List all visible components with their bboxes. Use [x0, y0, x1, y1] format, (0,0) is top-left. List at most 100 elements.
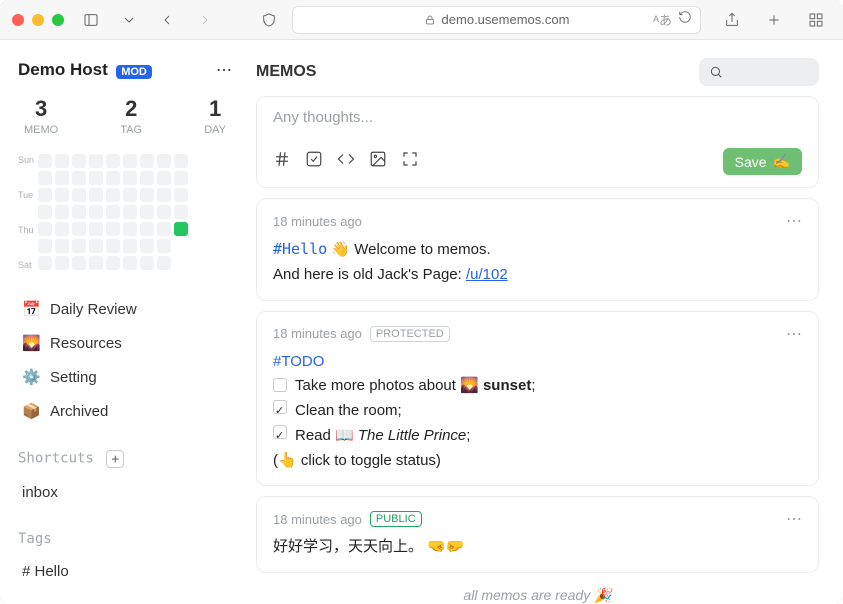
- heatmap-cell[interactable]: [89, 205, 103, 219]
- user-link[interactable]: /u/102: [466, 266, 508, 283]
- image-icon[interactable]: [369, 150, 387, 173]
- heatmap-cell[interactable]: [123, 188, 137, 202]
- heatmap-cell[interactable]: [174, 222, 188, 236]
- reader-icon[interactable]: ᴬあ: [653, 10, 672, 29]
- checkbox-icon[interactable]: [305, 150, 323, 173]
- task-checkbox[interactable]: [273, 400, 287, 414]
- heatmap-cell[interactable]: [38, 239, 52, 253]
- heatmap-cell[interactable]: [72, 222, 86, 236]
- heatmap-cell[interactable]: [89, 256, 103, 270]
- heatmap-cell[interactable]: [157, 205, 171, 219]
- heatmap-cell[interactable]: [140, 188, 154, 202]
- heatmap-cell[interactable]: [106, 205, 120, 219]
- heatmap-cell[interactable]: [89, 188, 103, 202]
- tag-todo[interactable]: # TODO: [18, 596, 232, 604]
- heatmap-cell[interactable]: [123, 171, 137, 185]
- heatmap-cell[interactable]: [38, 256, 52, 270]
- search-input[interactable]: [699, 58, 819, 86]
- tabgroup-chevron-icon[interactable]: [114, 6, 144, 34]
- heatmap-cell[interactable]: [55, 256, 69, 270]
- heatmap-cell[interactable]: [174, 188, 188, 202]
- heatmap-cell[interactable]: [55, 222, 69, 236]
- memo-more-button[interactable]: ⋯: [786, 324, 802, 344]
- heatmap-cell[interactable]: [72, 154, 86, 168]
- heatmap-cell[interactable]: [38, 205, 52, 219]
- heatmap-cell[interactable]: [106, 154, 120, 168]
- shield-icon[interactable]: [254, 6, 284, 34]
- heatmap-cell[interactable]: [72, 205, 86, 219]
- heatmap-cell[interactable]: [72, 188, 86, 202]
- heatmap-cell[interactable]: [38, 171, 52, 185]
- heatmap-cell[interactable]: [123, 239, 137, 253]
- heatmap-cell[interactable]: [140, 205, 154, 219]
- heatmap-cell[interactable]: [89, 239, 103, 253]
- heatmap-cell[interactable]: [106, 256, 120, 270]
- heatmap-cell[interactable]: [123, 154, 137, 168]
- new-tab-button[interactable]: [759, 6, 789, 34]
- heatmap-cell[interactable]: [174, 171, 188, 185]
- save-button[interactable]: Save ✍️: [723, 148, 802, 175]
- heatmap-cell[interactable]: [140, 222, 154, 236]
- heatmap-cell[interactable]: [157, 171, 171, 185]
- heatmap-cell[interactable]: [106, 239, 120, 253]
- sidebar-more-button[interactable]: ⋯: [216, 60, 232, 80]
- heatmap-cell[interactable]: [55, 205, 69, 219]
- heatmap-cell[interactable]: [174, 154, 188, 168]
- shortcut-inbox[interactable]: inbox: [18, 478, 232, 507]
- heatmap-cell[interactable]: [157, 154, 171, 168]
- minimize-window-button[interactable]: [32, 14, 44, 26]
- fullscreen-icon[interactable]: [401, 150, 419, 173]
- heatmap-cell[interactable]: [123, 222, 137, 236]
- heatmap-cell[interactable]: [72, 171, 86, 185]
- heatmap-cell[interactable]: [123, 205, 137, 219]
- forward-button[interactable]: [190, 6, 220, 34]
- heatmap-cell[interactable]: [140, 239, 154, 253]
- heatmap-cell[interactable]: [38, 188, 52, 202]
- close-window-button[interactable]: [12, 14, 24, 26]
- heatmap-cell[interactable]: [157, 256, 171, 270]
- editor-textarea[interactable]: Any thoughts...: [273, 109, 802, 126]
- add-shortcut-button[interactable]: +: [106, 450, 124, 468]
- heatmap-cell[interactable]: [157, 222, 171, 236]
- sidebar-toggle-button[interactable]: [76, 6, 106, 34]
- task-checkbox[interactable]: [273, 378, 287, 392]
- share-button[interactable]: [717, 6, 747, 34]
- heatmap-cell[interactable]: [140, 256, 154, 270]
- heatmap-cell[interactable]: [55, 239, 69, 253]
- tag-hello[interactable]: # Hello: [18, 557, 232, 586]
- heatmap-cell[interactable]: [106, 188, 120, 202]
- tag-link[interactable]: #Hello: [273, 240, 327, 258]
- tab-overview-button[interactable]: [801, 6, 831, 34]
- heatmap-cell[interactable]: [89, 171, 103, 185]
- sidebar-item-resources[interactable]: 🌄 Resources: [18, 328, 232, 358]
- sidebar-item-daily-review[interactable]: 📅 Daily Review: [18, 294, 232, 324]
- sidebar-item-setting[interactable]: ⚙️ Setting: [18, 362, 232, 392]
- task-checkbox[interactable]: [273, 425, 287, 439]
- heatmap-cell[interactable]: [140, 154, 154, 168]
- heatmap-cell[interactable]: [55, 171, 69, 185]
- code-icon[interactable]: [337, 150, 355, 173]
- hash-icon[interactable]: [273, 150, 291, 173]
- address-bar[interactable]: demo.usememos.com ᴬあ: [292, 6, 701, 34]
- memo-more-button[interactable]: ⋯: [786, 211, 802, 231]
- heatmap-cell[interactable]: [89, 154, 103, 168]
- heatmap-cell[interactable]: [72, 239, 86, 253]
- tag-link[interactable]: #TODO: [273, 350, 802, 375]
- back-button[interactable]: [152, 6, 182, 34]
- heatmap-cell[interactable]: [106, 171, 120, 185]
- heatmap-cell[interactable]: [55, 188, 69, 202]
- heatmap-cell[interactable]: [89, 222, 103, 236]
- heatmap-cell[interactable]: [55, 154, 69, 168]
- heatmap-cell[interactable]: [157, 239, 171, 253]
- maximize-window-button[interactable]: [52, 14, 64, 26]
- sidebar-item-archived[interactable]: 📦 Archived: [18, 396, 232, 426]
- heatmap-cell[interactable]: [38, 222, 52, 236]
- reload-icon[interactable]: [678, 10, 692, 24]
- heatmap-cell[interactable]: [38, 154, 52, 168]
- heatmap-cell[interactable]: [140, 171, 154, 185]
- heatmap-cell[interactable]: [123, 256, 137, 270]
- heatmap-cell[interactable]: [72, 256, 86, 270]
- heatmap-cell[interactable]: [174, 205, 188, 219]
- heatmap-cell[interactable]: [106, 222, 120, 236]
- memo-more-button[interactable]: ⋯: [786, 509, 802, 529]
